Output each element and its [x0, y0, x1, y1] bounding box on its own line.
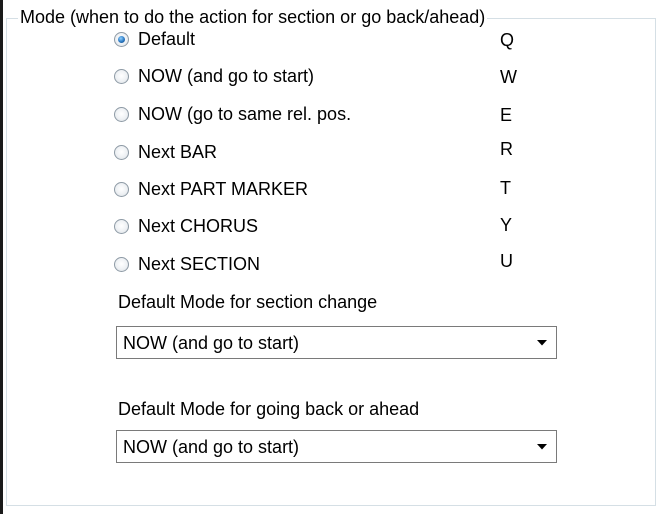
- mode-settings-panel: Mode (when to do the action for section …: [0, 0, 660, 514]
- radio-button-icon[interactable]: [114, 256, 129, 272]
- hotkey-label: W: [500, 67, 517, 87]
- section-change-label: Default Mode for section change: [118, 292, 378, 312]
- radio-button-icon[interactable]: [114, 106, 129, 122]
- mode-option-label: Next PART MARKER: [138, 179, 309, 199]
- mode-option-label: NOW (and go to start): [138, 66, 315, 86]
- hotkey-label: R: [500, 139, 513, 159]
- mode-option-next-section[interactable]: Next SECTION: [114, 250, 564, 278]
- mode-option-now-start[interactable]: NOW (and go to start): [114, 62, 564, 90]
- section-change-value: NOW (and go to start): [123, 332, 300, 353]
- mode-option-next-bar[interactable]: Next BAR: [114, 138, 564, 166]
- mode-option-next-chorus[interactable]: Next CHORUS: [114, 212, 564, 240]
- chevron-down-icon[interactable]: [528, 431, 556, 462]
- radio-button-icon[interactable]: [114, 181, 129, 197]
- hotkey-label: E: [500, 105, 513, 125]
- window-left-border: [0, 0, 3, 514]
- back-ahead-dropdown[interactable]: NOW (and go to start): [116, 430, 557, 463]
- mode-option-now-same-pos[interactable]: NOW (go to same rel. pos.: [114, 100, 564, 128]
- radio-button-icon[interactable]: [114, 218, 129, 234]
- radio-button-icon[interactable]: [114, 31, 129, 47]
- back-ahead-label: Default Mode for going back or ahead: [118, 399, 420, 419]
- hotkey-label: Q: [500, 30, 515, 50]
- mode-option-label: NOW (go to same rel. pos.: [138, 104, 352, 124]
- radio-button-icon[interactable]: [114, 144, 129, 160]
- hotkey-label: U: [500, 251, 513, 271]
- back-ahead-value: NOW (and go to start): [123, 436, 300, 457]
- mode-option-next-part-marker[interactable]: Next PART MARKER: [114, 175, 564, 203]
- radio-button-icon[interactable]: [114, 68, 129, 84]
- mode-option-label: Next SECTION: [138, 254, 261, 274]
- section-change-dropdown[interactable]: NOW (and go to start): [116, 326, 557, 359]
- hotkey-label: Y: [500, 215, 513, 235]
- chevron-down-icon[interactable]: [528, 327, 556, 358]
- mode-option-label: Next CHORUS: [138, 216, 259, 236]
- mode-option-label: Next BAR: [138, 142, 218, 162]
- mode-option-default[interactable]: Default: [114, 25, 564, 53]
- hotkey-label: T: [500, 178, 511, 198]
- mode-option-label: Default: [138, 29, 196, 49]
